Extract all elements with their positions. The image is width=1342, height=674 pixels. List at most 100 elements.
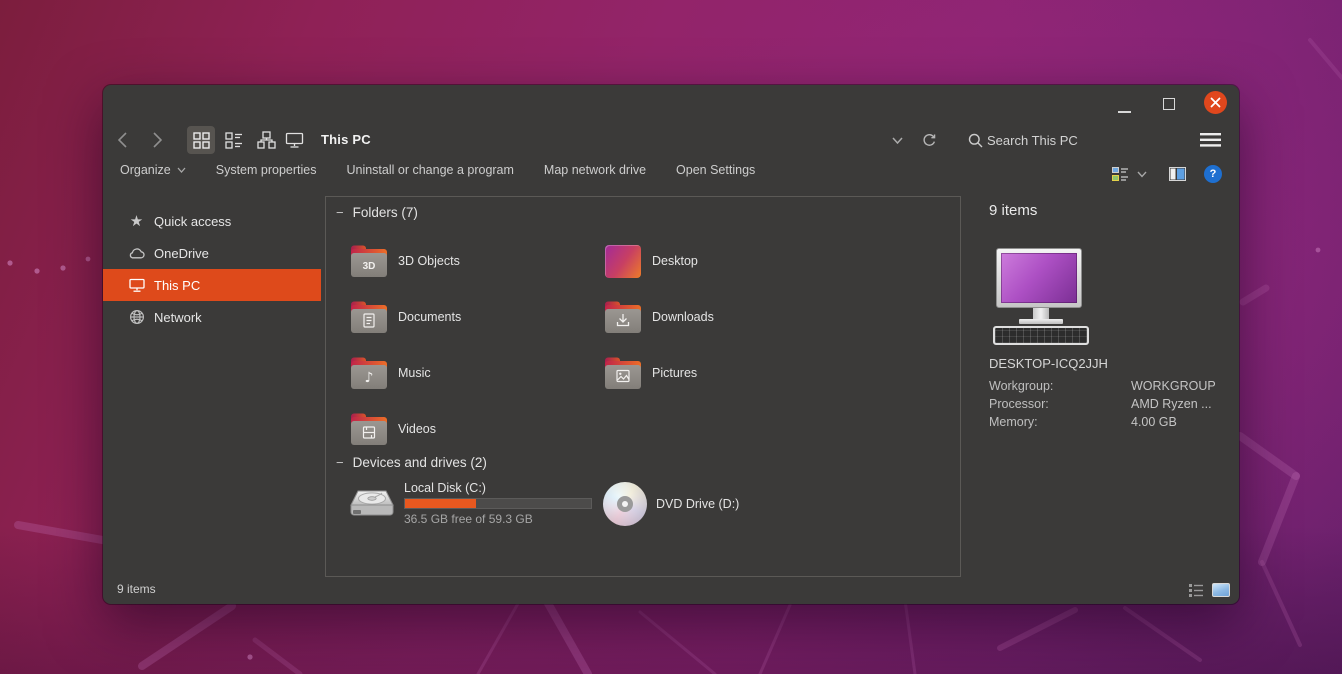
refresh-button[interactable] xyxy=(919,130,939,150)
folder-icon-pictures xyxy=(603,356,643,390)
collapse-drives-toggle[interactable]: − xyxy=(336,455,344,470)
search-icon xyxy=(967,132,984,149)
computer-name: DESKTOP-ICQ2JJH xyxy=(989,356,1108,371)
folder-item-documents[interactable]: Documents xyxy=(349,289,603,345)
sidebar-label: Network xyxy=(154,310,202,325)
folder-item-pictures[interactable]: Pictures xyxy=(603,345,857,401)
view-details-button[interactable] xyxy=(220,126,248,154)
address-location[interactable]: This PC xyxy=(321,132,371,147)
collapse-folders-toggle[interactable]: − xyxy=(336,205,344,220)
minimize-icon xyxy=(1118,111,1131,113)
chevron-down-icon xyxy=(892,137,903,144)
hamburger-icon xyxy=(1200,133,1221,147)
group-drives-label: Devices and drives (2) xyxy=(353,455,487,470)
sidebar-item-onedrive[interactable]: OneDrive xyxy=(103,237,321,269)
statusbar-thumbnail-view-button[interactable] xyxy=(1212,583,1230,597)
drive-item-local-disk-c[interactable]: Local Disk (C:) 36.5 GB free of 59.3 GB xyxy=(349,481,603,526)
preview-pane-button[interactable] xyxy=(1169,167,1186,182)
command-bar: Organize System properties Uninstall or … xyxy=(120,163,755,177)
spec-row-processor: Processor: AMD Ryzen ... xyxy=(989,397,1235,411)
tiles-icon xyxy=(193,132,210,149)
navigation-pane: ★ Quick access OneDrive This PC xyxy=(103,205,321,333)
spec-value: AMD Ryzen ... xyxy=(1131,397,1212,411)
view-content-button[interactable] xyxy=(280,126,308,154)
system-properties-button[interactable]: System properties xyxy=(216,163,317,177)
change-view-icon xyxy=(1112,167,1128,181)
view-tiles-button[interactable] xyxy=(187,126,215,154)
cloud-icon xyxy=(128,245,145,262)
close-icon xyxy=(1210,97,1221,108)
computer-monitor xyxy=(996,248,1082,308)
menu-button[interactable] xyxy=(1197,129,1223,151)
sidebar-label: This PC xyxy=(154,278,200,293)
sidebar-item-this-pc[interactable]: This PC xyxy=(103,269,321,301)
help-button[interactable]: ? xyxy=(1204,165,1222,183)
sidebar-item-quick-access[interactable]: ★ Quick access xyxy=(103,205,321,237)
folder-icon-desktop xyxy=(605,245,641,278)
group-header-drives: − Devices and drives (2) xyxy=(336,455,487,470)
statusbar-details-view-button[interactable] xyxy=(1189,584,1203,597)
folder-item-videos[interactable]: Videos xyxy=(349,401,603,457)
forward-button[interactable] xyxy=(146,129,168,151)
disk-free-text: 36.5 GB free of 59.3 GB xyxy=(404,512,592,526)
address-dropdown-button[interactable] xyxy=(889,133,905,147)
change-view-dropdown[interactable] xyxy=(1137,166,1147,182)
folder-label: 3D Objects xyxy=(398,254,460,268)
map-network-drive-button[interactable]: Map network drive xyxy=(544,163,646,177)
chevron-down-icon xyxy=(1137,171,1147,178)
drives-grid: Local Disk (C:) 36.5 GB free of 59.3 GB … xyxy=(349,481,857,526)
maximize-button[interactable] xyxy=(1159,96,1179,112)
organize-menu[interactable]: Organize xyxy=(120,163,186,177)
chevron-down-icon xyxy=(177,167,186,173)
folder-label: Documents xyxy=(398,310,461,324)
details-view-icon xyxy=(1189,584,1203,597)
maximize-icon xyxy=(1163,98,1175,110)
uninstall-program-button[interactable]: Uninstall or change a program xyxy=(346,163,513,177)
folder-icon-downloads xyxy=(603,300,643,334)
drive-label: DVD Drive (D:) xyxy=(656,497,739,511)
spec-label: Processor: xyxy=(989,397,1049,411)
group-folders-label: Folders (7) xyxy=(353,205,418,220)
folder-icon-music: ♪ xyxy=(349,356,389,390)
folder-item-downloads[interactable]: Downloads xyxy=(603,289,857,345)
minimize-button[interactable] xyxy=(1111,95,1137,113)
folder-label: Desktop xyxy=(652,254,698,268)
hdd-icon xyxy=(349,482,395,526)
folder-item-desktop[interactable]: Desktop xyxy=(603,233,857,289)
spec-label: Workgroup: xyxy=(989,379,1053,393)
change-view-button[interactable] xyxy=(1111,166,1129,182)
monitor-icon xyxy=(285,132,304,149)
disk-usage-bar xyxy=(404,498,592,509)
title-bar[interactable] xyxy=(103,85,1239,119)
folder-item-music[interactable]: ♪ Music xyxy=(349,345,603,401)
globe-icon xyxy=(128,309,145,326)
sidebar-label: Quick access xyxy=(154,214,231,229)
folder-icon-videos xyxy=(349,412,389,446)
search-input[interactable] xyxy=(987,129,1182,151)
computer-image xyxy=(993,248,1089,345)
organize-label: Organize xyxy=(120,163,171,177)
drive-item-dvd-d[interactable]: DVD Drive (D:) xyxy=(603,481,857,526)
computer-screen xyxy=(1001,253,1077,303)
tree-icon xyxy=(257,131,276,149)
monitor-icon xyxy=(128,277,145,294)
spec-label: Memory: xyxy=(989,415,1038,429)
details-list-icon xyxy=(225,132,243,149)
view-tree-button[interactable] xyxy=(252,126,280,154)
svg-text:♪: ♪ xyxy=(365,370,374,386)
folders-grid: 3D 3D Objects Desktop xyxy=(349,233,857,457)
open-settings-button[interactable]: Open Settings xyxy=(676,163,755,177)
desktop-wallpaper: This PC Organize System properties Unin xyxy=(0,0,1342,674)
folder-label: Videos xyxy=(398,422,436,436)
folder-label: Pictures xyxy=(652,366,697,380)
group-header-folders: − Folders (7) xyxy=(336,205,418,220)
back-button[interactable] xyxy=(111,129,133,151)
folder-item-3d-objects[interactable]: 3D 3D Objects xyxy=(349,233,603,289)
sidebar-item-network[interactable]: Network xyxy=(103,301,321,333)
spec-row-memory: Memory: 4.00 GB xyxy=(989,415,1235,429)
file-list-pane: − Folders (7) 3D 3D Objects xyxy=(325,196,961,577)
statusbar-view-toggles xyxy=(1189,583,1230,597)
star-icon: ★ xyxy=(128,213,145,230)
statusbar-item-count: 9 items xyxy=(117,582,156,596)
close-button[interactable] xyxy=(1204,91,1227,114)
